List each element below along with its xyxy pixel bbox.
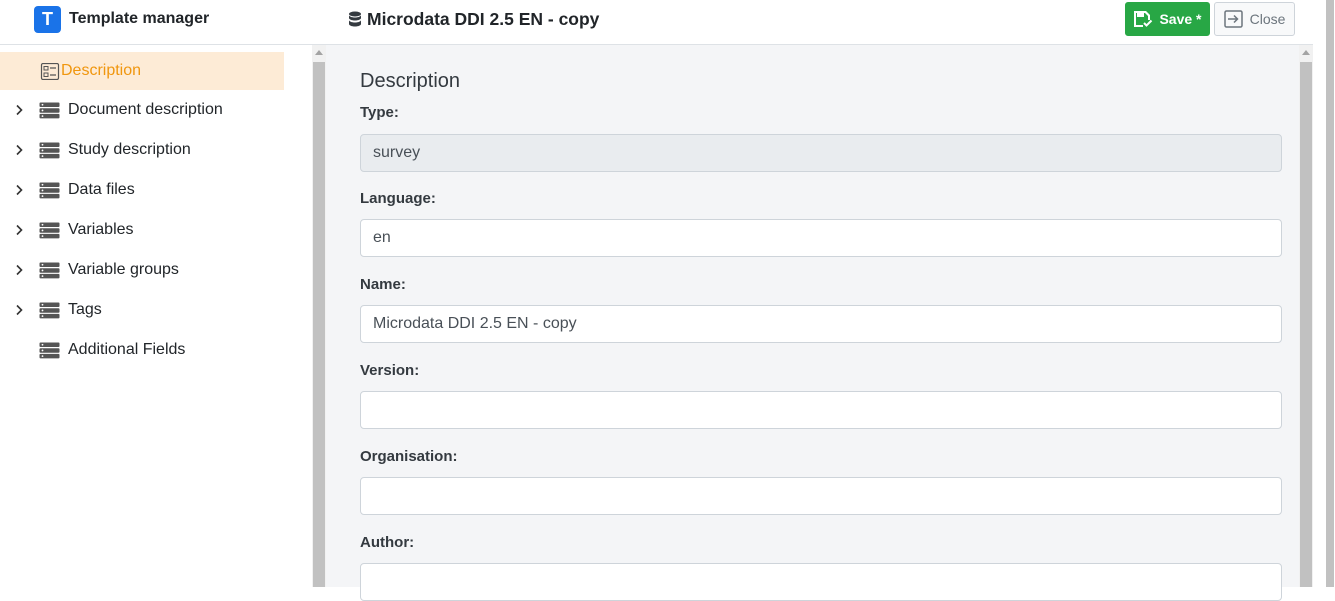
database-icon [39, 102, 60, 118]
organisation-input[interactable] [360, 477, 1282, 515]
chevron-right-icon[interactable] [13, 144, 25, 156]
sidebar-item-variable-groups[interactable]: Variable groups [0, 251, 284, 289]
scroll-up-arrow-icon[interactable] [1302, 50, 1310, 55]
type-label: Type: [360, 104, 399, 121]
sidebar-item-data-files[interactable]: Data files [0, 171, 284, 209]
database-icon [39, 302, 60, 318]
version-input[interactable] [360, 391, 1282, 429]
author-input[interactable] [360, 563, 1282, 601]
form-icon [40, 62, 60, 80]
close-button[interactable]: Close [1214, 2, 1295, 36]
app-title: Template manager [69, 10, 210, 27]
close-button-label: Close [1249, 11, 1286, 27]
page-scrollbar-thumb[interactable] [1326, 0, 1334, 587]
author-label: Author: [360, 534, 415, 551]
sidebar-item-document-description[interactable]: Document description [0, 91, 284, 129]
organisation-label: Organisation: [360, 448, 458, 465]
scroll-up-arrow-icon[interactable] [315, 50, 323, 55]
sidebar-scrollbar[interactable] [312, 45, 326, 587]
chevron-right-icon[interactable] [13, 104, 25, 116]
type-field: survey [360, 134, 1282, 172]
app-logo: T [34, 6, 61, 33]
sidebar-item-study-description[interactable]: Study description [0, 131, 284, 169]
save-button[interactable]: Save * [1125, 2, 1210, 36]
sidebar-item-label: Data files [68, 181, 135, 198]
database-icon [39, 142, 60, 158]
name-input[interactable]: Microdata DDI 2.5 EN - copy [360, 305, 1282, 343]
chevron-right-icon[interactable] [13, 224, 25, 236]
sidebar-item-label: Study description [68, 141, 191, 158]
scrollbar-thumb[interactable] [313, 62, 325, 587]
database-icon [39, 342, 60, 358]
database-icon [349, 11, 361, 27]
language-label: Language: [360, 190, 436, 207]
sidebar-item-label: Variable groups [68, 261, 179, 278]
save-icon [1134, 11, 1153, 27]
document-title-text: Microdata DDI 2.5 EN - copy [367, 9, 600, 29]
document-title: Microdata DDI 2.5 EN - copy [348, 9, 599, 30]
description-form: Description Type: survey Language: en Na… [326, 45, 1299, 601]
language-input[interactable]: en [360, 219, 1282, 257]
sidebar-item-label: Additional Fields [68, 341, 186, 358]
exit-icon [1223, 10, 1243, 28]
sidebar-item-variables[interactable]: Variables [0, 211, 284, 249]
sidebar-item-label: Tags [68, 301, 102, 318]
sidebar-item-tags[interactable]: Tags [0, 291, 284, 329]
sidebar-item-additional-fields[interactable]: Additional Fields [0, 331, 284, 369]
sidebar-item-label: Document description [68, 101, 223, 118]
version-label: Version: [360, 362, 420, 379]
scrollbar-thumb[interactable] [1300, 62, 1312, 587]
sidebar-item-label: Description [61, 62, 142, 79]
content-scrollbar[interactable] [1299, 45, 1313, 587]
database-icon [39, 182, 60, 198]
page-scrollbar[interactable] [1313, 0, 1335, 587]
app-header: T Template manager Microdata DDI 2.5 EN … [0, 0, 1335, 45]
sidebar-item-label: Variables [68, 221, 134, 238]
name-label: Name: [360, 276, 406, 293]
chevron-right-icon[interactable] [13, 304, 25, 316]
sidebar-item-description[interactable]: Description [0, 52, 284, 90]
chevron-right-icon[interactable] [13, 184, 25, 196]
database-icon [39, 262, 60, 278]
section-title: Description [360, 70, 461, 92]
database-icon [39, 222, 60, 238]
chevron-right-icon[interactable] [13, 264, 25, 276]
sidebar-tree: Description Document description Study d… [0, 45, 312, 587]
save-button-label: Save * [1159, 11, 1202, 27]
